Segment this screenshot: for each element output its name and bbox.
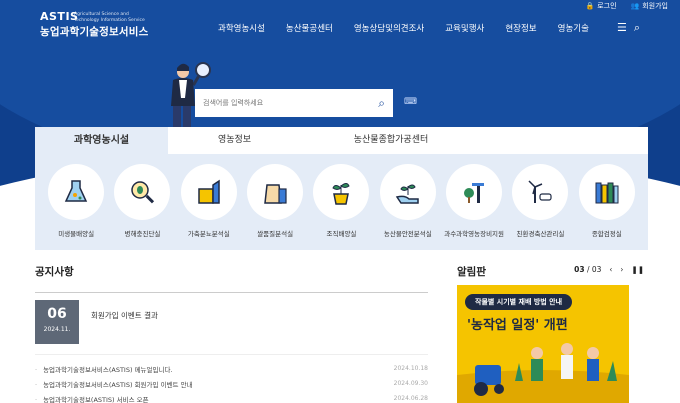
facility-item[interactable]: 조직배양실	[313, 164, 370, 238]
search-input[interactable]	[203, 99, 379, 107]
divider	[35, 292, 428, 293]
list-item[interactable]: 농업과학기술정보서비스(ASTIS) 메뉴얼입니다.2024.10.18	[35, 361, 428, 376]
login-link[interactable]: 🔒 로그인	[585, 1, 616, 11]
date-badge: 06 2024.11.	[35, 300, 79, 344]
prev-icon[interactable]: ‹	[609, 265, 612, 274]
bug-magnifier-icon	[131, 181, 155, 204]
logo-name: 농업과학기술정보서비스	[40, 26, 149, 38]
pause-icon[interactable]: ❚❚	[631, 265, 644, 274]
orchard-sensor-icon	[464, 183, 485, 203]
nav-item[interactable]: 현장정보	[505, 22, 536, 34]
keyboard-icon[interactable]: ⌨	[404, 97, 417, 107]
facility-item[interactable]: 농산물안전분석실	[379, 164, 436, 238]
search-icon[interactable]: ⌕	[378, 96, 385, 111]
farmers-illustration	[457, 343, 629, 403]
nav-item[interactable]: 농산물공센터	[286, 22, 333, 34]
microbe-flask-icon	[64, 180, 88, 202]
notice-list: 농업과학기술정보서비스(ASTIS) 메뉴얼입니다.2024.10.18 농업과…	[35, 354, 428, 403]
hand-plant-icon	[395, 184, 419, 204]
facility-item[interactable]: 미생물배양실	[48, 164, 105, 238]
user-plus-icon: 👥	[630, 2, 640, 10]
rice-bag-icon	[264, 184, 287, 204]
banner-headline: '농작업 일정' 개편	[467, 318, 568, 333]
next-icon[interactable]: ›	[620, 265, 623, 274]
nav-item[interactable]: 교육및행사	[445, 22, 484, 34]
facility-item[interactable]: 쌀품질분석실	[247, 164, 304, 238]
site-logo[interactable]: ASTIS Agricultural Science and Technolog…	[40, 10, 148, 39]
search-box[interactable]: ⌕	[195, 89, 393, 117]
search-icon[interactable]: ⌕	[634, 21, 640, 35]
lock-icon: 🔒	[585, 2, 595, 10]
page-indicator: 03 / 03	[574, 265, 602, 274]
menu-icon[interactable]: ☰	[617, 21, 627, 35]
nav-item[interactable]: 영농기술	[558, 22, 589, 34]
facility-item[interactable]: 과수과학영농장비지원	[444, 164, 504, 238]
join-link[interactable]: 👥 회원가입	[631, 1, 668, 11]
featured-notice[interactable]: 06 2024.11. 회원가입 이벤트 결과	[35, 300, 428, 344]
nav-item[interactable]: 과학영농시설	[218, 22, 265, 34]
header-icons: ☰ ⌕	[617, 21, 640, 35]
main-nav: 과학영농시설 농산물공센터 영농상담및의견조사 교육및행사 현장정보 영농기술	[218, 22, 610, 34]
featured-notice-title: 회원가입 이벤트 결과	[91, 310, 158, 320]
facility-item[interactable]: 친환경축산관리실	[512, 164, 569, 238]
tab-processing-center[interactable]: 농산물종합가공센터	[301, 127, 481, 154]
tab-facilities[interactable]: 과학영농시설	[35, 127, 168, 154]
banner-pager: 03 / 03 ‹ › ❚❚	[574, 265, 644, 274]
logo-subtitle: Agricultural Science and Technology Info…	[74, 12, 145, 23]
promo-banner[interactable]: 작물별 시기별 재배 방법 안내 '농작업 일정' 개편	[457, 285, 629, 403]
windmill-cow-icon	[528, 180, 553, 203]
utility-links: 🔒 로그인 👥 회원가입	[585, 1, 668, 11]
service-tabs: 과학영농시설 영농정보 농산물종합가공센터	[35, 127, 648, 154]
books-icon	[595, 182, 619, 204]
sprout-pot-icon	[332, 183, 351, 205]
list-item[interactable]: 농업과학기술정보서비스(ASTIS) 회원가입 이벤트 안내2024.09.30	[35, 376, 428, 391]
nav-item[interactable]: 영농상담및의견조사	[354, 22, 424, 34]
service-panel: 과학영농시설 영농정보 농산물종합가공센터 미생물배양실 병해충진단실 가축분뇨…	[35, 127, 648, 250]
list-item[interactable]: 농업과학기술정보(ASTIS) 서비스 오픈2024.06.28	[35, 391, 428, 403]
notice-board: 알림판 03 / 03 ‹ › ❚❚ 작물별 시기별 재배 방법 안내 '농작업…	[457, 264, 644, 403]
notice-title: 공지사항	[35, 266, 74, 278]
facility-item[interactable]: 병해충진단실	[114, 164, 171, 238]
facility-item[interactable]: 가축분뇨분석실	[180, 164, 237, 238]
facility-item[interactable]: 종합검정실	[578, 164, 635, 238]
livestock-manure-icon	[198, 179, 220, 204]
facility-list: 미생물배양실 병해충진단실 가축분뇨분석실 쌀품질분석실 조직배양실 농산물안전…	[35, 154, 648, 238]
notice-section: 공지사항 06 2024.11. 회원가입 이벤트 결과 농업과학기술정보서비스…	[35, 264, 428, 403]
banner-pill: 작물별 시기별 재배 방법 안내	[465, 294, 573, 310]
tab-farm-info[interactable]: 영농정보	[168, 127, 301, 154]
